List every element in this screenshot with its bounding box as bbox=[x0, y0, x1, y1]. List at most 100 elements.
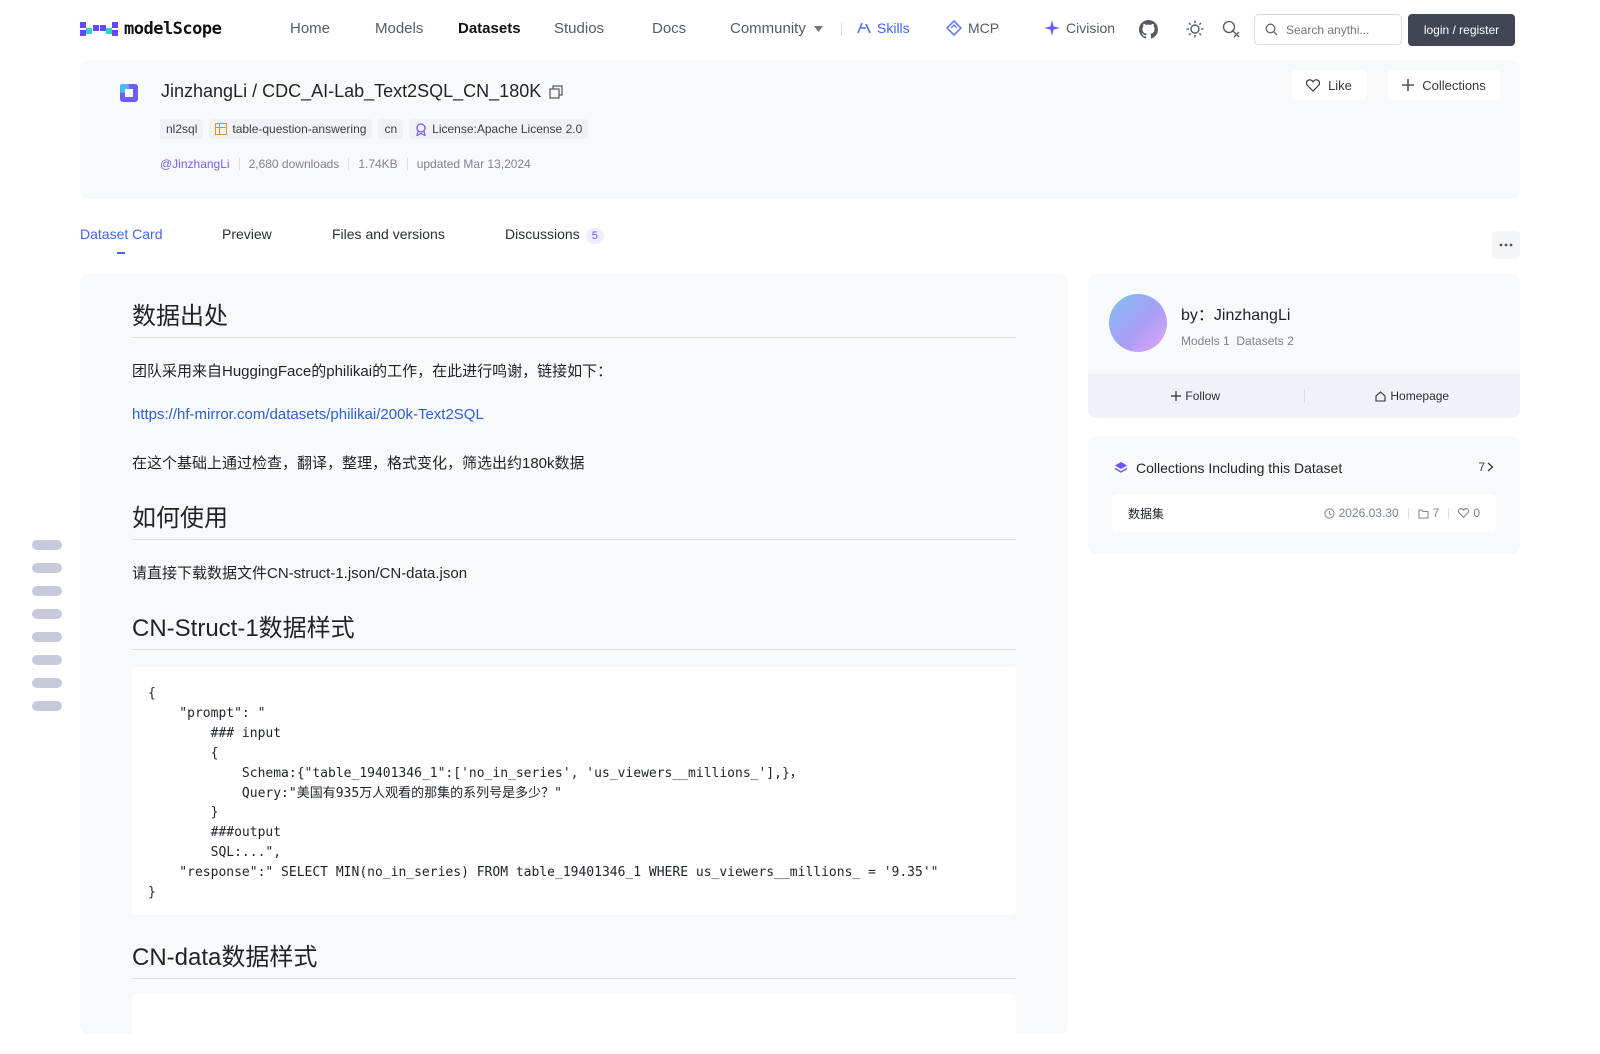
heart-icon bbox=[1458, 508, 1470, 518]
tag-label: cn bbox=[384, 122, 398, 136]
paragraph-usage: 请直接下载数据文件CN-struct-1.json/CN-data.json bbox=[132, 565, 468, 582]
table-icon bbox=[215, 123, 228, 135]
author-actions: Follow Homepage bbox=[1088, 374, 1520, 418]
nav-datasets[interactable]: Datasets bbox=[458, 20, 521, 37]
heading-divider bbox=[132, 337, 1016, 338]
box-icon bbox=[1418, 509, 1429, 518]
tab-preview[interactable]: Preview bbox=[222, 226, 272, 242]
follow-label: Follow bbox=[1185, 389, 1221, 403]
source-link[interactable]: https://hf-mirror.com/datasets/philikai/… bbox=[132, 406, 484, 423]
paragraph-source: 团队采用来自HuggingFace的philikai的工作，在此进行鸣谢，链接如… bbox=[132, 363, 613, 380]
heading-source: 数据出处 bbox=[132, 303, 228, 330]
toc-marker[interactable] bbox=[32, 563, 62, 573]
active-tab-indicator bbox=[117, 252, 125, 254]
nav-mcp[interactable]: MCP bbox=[946, 20, 999, 36]
nav-civision[interactable]: Civision bbox=[1044, 20, 1115, 36]
follow-button[interactable]: Follow bbox=[1088, 389, 1304, 403]
meta-divider bbox=[406, 158, 408, 170]
nav-skills[interactable]: Skills bbox=[857, 20, 910, 36]
updated-date: updated Mar 13,2024 bbox=[416, 157, 531, 171]
collections-button[interactable]: Collections bbox=[1388, 70, 1500, 100]
search-box[interactable] bbox=[1254, 14, 1402, 45]
code-block-struct: { "prompt": " ### input { Schema:{"table… bbox=[132, 667, 1016, 915]
nav-docs[interactable]: Docs bbox=[652, 20, 686, 37]
toc-marker[interactable] bbox=[32, 678, 62, 688]
toc-marker[interactable] bbox=[32, 609, 62, 619]
tag-cn[interactable]: cn bbox=[378, 119, 404, 139]
toc-rail bbox=[32, 540, 62, 724]
collection-date: 2026.03.30 bbox=[1323, 506, 1399, 520]
toc-marker[interactable] bbox=[32, 540, 62, 550]
avatar[interactable] bbox=[1109, 294, 1167, 352]
discussions-count-badge: 5 bbox=[585, 228, 604, 244]
collections-title: Collections Including this Dataset bbox=[1136, 460, 1343, 476]
meta-divider bbox=[1448, 507, 1450, 519]
dataset-size: 1.74KB bbox=[358, 157, 398, 171]
author-models-count[interactable]: Models 1 bbox=[1181, 334, 1230, 348]
collections-heading: Collections Including this Dataset bbox=[1114, 460, 1342, 476]
tab-discussions[interactable]: Discussions 5 bbox=[505, 226, 604, 244]
license-badge-icon bbox=[416, 122, 426, 136]
collections-count: 7 bbox=[1478, 460, 1485, 474]
tab-files[interactable]: Files and versions bbox=[332, 226, 445, 242]
author-datasets-count[interactable]: Datasets 2 bbox=[1236, 334, 1293, 348]
collections-count-link[interactable]: 7 bbox=[1478, 460, 1494, 474]
plus-icon bbox=[1402, 79, 1415, 91]
tab-dataset-card[interactable]: Dataset Card bbox=[80, 226, 162, 242]
toc-marker[interactable] bbox=[32, 632, 62, 642]
nav-studios[interactable]: Studios bbox=[554, 20, 604, 37]
collection-item[interactable]: 数据集 2026.03.30 7 0 bbox=[1112, 494, 1496, 532]
collection-date-value: 2026.03.30 bbox=[1338, 506, 1399, 520]
tag-label: nl2sql bbox=[166, 122, 198, 136]
tag-label: License:Apache License 2.0 bbox=[432, 122, 583, 136]
collection-likes: 0 bbox=[1458, 506, 1480, 520]
dataset-card-content: 数据出处 团队采用来自HuggingFace的philikai的工作，在此进行鸣… bbox=[80, 274, 1068, 1054]
meta-divider bbox=[238, 158, 240, 170]
translate-icon[interactable] bbox=[1220, 18, 1242, 40]
nav-divider bbox=[841, 22, 842, 36]
tag-table-qa[interactable]: table-question-answering bbox=[209, 119, 373, 139]
nav-models[interactable]: Models bbox=[375, 20, 423, 37]
github-icon[interactable] bbox=[1137, 18, 1159, 40]
toc-marker[interactable] bbox=[32, 655, 62, 665]
nav-civision-label: Civision bbox=[1066, 20, 1116, 36]
toc-marker[interactable] bbox=[32, 701, 62, 711]
nav-mcp-label: MCP bbox=[968, 20, 1000, 36]
toc-marker[interactable] bbox=[32, 586, 62, 596]
nav-community[interactable]: Community bbox=[730, 20, 823, 37]
like-label: Like bbox=[1328, 77, 1352, 93]
homepage-label: Homepage bbox=[1390, 389, 1450, 403]
tag-label: table-question-answering bbox=[232, 122, 367, 136]
collections-card: Collections Including this Dataset 7 数据集… bbox=[1088, 436, 1520, 554]
brand-logo[interactable]: modelScope bbox=[80, 19, 222, 39]
code-struct: { "prompt": " ### input { Schema:{"table… bbox=[148, 686, 939, 901]
author-name[interactable]: by：JinzhangLi bbox=[1181, 301, 1290, 325]
search-input[interactable] bbox=[1286, 22, 1390, 37]
sun-icon[interactable] bbox=[1184, 18, 1206, 40]
tag-license[interactable]: License:Apache License 2.0 bbox=[409, 119, 589, 139]
paragraph-process: 在这个基础上通过检查，翻译，整理，格式变化，筛选出约180k数据 bbox=[132, 455, 585, 472]
copy-icon[interactable] bbox=[549, 84, 563, 99]
like-button[interactable]: Like bbox=[1292, 70, 1366, 100]
chevron-right-icon bbox=[1487, 462, 1494, 472]
nav-home[interactable]: Home bbox=[290, 20, 330, 37]
dataset-header: JinzhangLi / CDC_AI-Lab_Text2SQL_CN_180K… bbox=[80, 60, 1520, 199]
meta-divider bbox=[348, 158, 350, 170]
author-link[interactable]: @JinzhangLi bbox=[160, 157, 230, 171]
collections-label: Collections bbox=[1422, 77, 1486, 93]
layers-icon bbox=[1114, 462, 1128, 473]
heading-divider bbox=[132, 539, 1016, 540]
login-register-button[interactable]: login / register bbox=[1408, 14, 1515, 46]
heading-usage: 如何使用 bbox=[132, 505, 228, 532]
top-nav: modelScope Home Models Datasets Studios … bbox=[0, 0, 1600, 58]
author-card: by：JinzhangLi Models 1 Datasets 2 Follow… bbox=[1088, 274, 1520, 418]
mcp-icon bbox=[946, 20, 962, 36]
dataset-title-row: JinzhangLi / CDC_AI-Lab_Text2SQL_CN_180K bbox=[161, 81, 563, 102]
homepage-button[interactable]: Homepage bbox=[1305, 389, 1521, 403]
tag-nl2sql[interactable]: nl2sql bbox=[160, 119, 204, 139]
tab-discussions-label: Discussions bbox=[505, 226, 580, 242]
more-options-button[interactable] bbox=[1492, 231, 1520, 259]
dataset-logo-icon bbox=[120, 84, 138, 102]
collection-likes-value: 0 bbox=[1473, 506, 1480, 520]
sparkle-icon bbox=[1044, 20, 1060, 36]
